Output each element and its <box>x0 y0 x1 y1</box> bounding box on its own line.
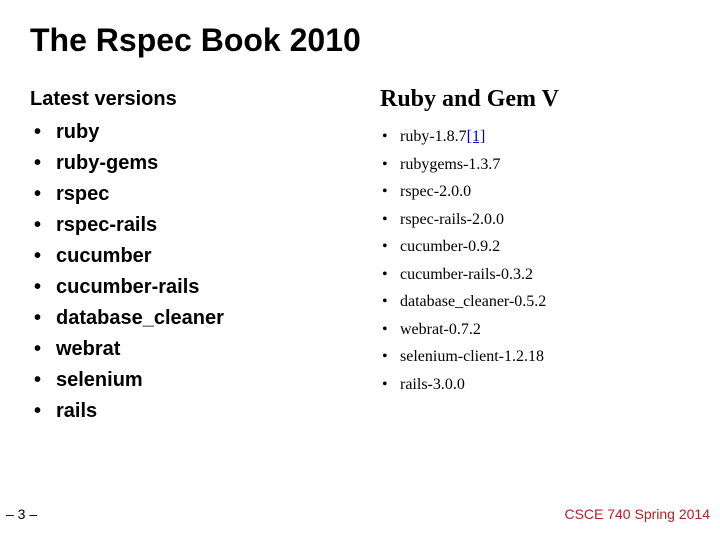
list-item: selenium <box>30 365 360 396</box>
reference-link[interactable]: [1] <box>467 128 486 145</box>
list-item: ruby-1.8.7[1] <box>380 123 720 151</box>
right-column: Ruby and Gem V ruby-1.8.7[1] rubygems-1.… <box>380 86 720 398</box>
list-item: webrat-0.7.2 <box>380 316 720 344</box>
list-item: rubygems-1.3.7 <box>380 151 720 179</box>
list-item: cucumber <box>30 241 360 272</box>
right-heading: Ruby and Gem V <box>380 86 720 113</box>
version-text: webrat-0.7.2 <box>400 321 481 338</box>
version-text: rubygems-1.3.7 <box>400 156 500 173</box>
list-item: cucumber-rails <box>30 272 360 303</box>
list-item: webrat <box>30 334 360 365</box>
list-item: rails-3.0.0 <box>380 371 720 399</box>
right-bullet-list: ruby-1.8.7[1] rubygems-1.3.7 rspec-2.0.0… <box>380 123 720 398</box>
list-item: ruby <box>30 117 360 148</box>
list-item: ruby-gems <box>30 148 360 179</box>
left-column: Latest versions ruby ruby-gems rspec rsp… <box>30 88 360 427</box>
version-text: ruby-1.8.7 <box>400 128 467 145</box>
left-heading: Latest versions <box>30 88 360 111</box>
list-item: cucumber-rails-0.3.2 <box>380 261 720 289</box>
slide-number: – 3 – <box>6 506 37 522</box>
footer-text: CSCE 740 Spring 2014 <box>564 506 710 522</box>
list-item: rspec-2.0.0 <box>380 178 720 206</box>
list-item: rails <box>30 396 360 427</box>
version-text: rspec-rails-2.0.0 <box>400 211 504 228</box>
version-text: database_cleaner-0.5.2 <box>400 293 546 310</box>
list-item: database_cleaner-0.5.2 <box>380 288 720 316</box>
left-bullet-list: ruby ruby-gems rspec rspec-rails cucumbe… <box>30 117 360 427</box>
list-item: rspec-rails-2.0.0 <box>380 206 720 234</box>
list-item: rspec <box>30 179 360 210</box>
version-text: rails-3.0.0 <box>400 376 465 393</box>
version-text: rspec-2.0.0 <box>400 183 471 200</box>
slide-title: The Rspec Book 2010 <box>30 22 361 59</box>
version-text: selenium-client-1.2.18 <box>400 348 544 365</box>
list-item: rspec-rails <box>30 210 360 241</box>
version-text: cucumber-0.9.2 <box>400 238 500 255</box>
list-item: selenium-client-1.2.18 <box>380 343 720 371</box>
list-item: database_cleaner <box>30 303 360 334</box>
list-item: cucumber-0.9.2 <box>380 233 720 261</box>
version-text: cucumber-rails-0.3.2 <box>400 266 533 283</box>
